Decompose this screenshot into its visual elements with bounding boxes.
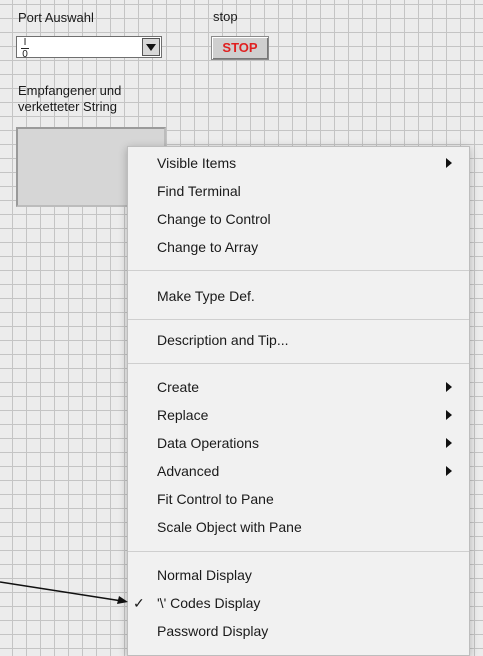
menu-item-label: Password Display (157, 623, 269, 639)
menu-item-label: '\' Codes Display (157, 595, 261, 611)
stop-button[interactable]: STOP (211, 36, 269, 60)
submenu-arrow-icon (446, 410, 452, 420)
menu-item-label: Data Operations (157, 435, 259, 451)
menu-item-label: Change to Control (157, 211, 271, 227)
port-select[interactable]: I 0 (16, 36, 162, 60)
menu-item-create[interactable]: Create (128, 375, 469, 399)
menu-item-fit-control-to-pane[interactable]: Fit Control to Pane (128, 487, 469, 511)
menu-item-data-operations[interactable]: Data Operations (128, 431, 469, 455)
menu-item-label: Create (157, 379, 200, 395)
menu-item-change-to-control[interactable]: Change to Control (128, 207, 469, 231)
menu-item-label: Find Terminal (157, 183, 241, 199)
menu-item-advanced[interactable]: Advanced (128, 459, 469, 483)
menu-item-visible-items[interactable]: Visible Items (128, 151, 469, 175)
menu-item-label: Visible Items (157, 155, 237, 171)
menu-item-label: Change to Array (157, 239, 259, 255)
string-indicator-label: Empfangener und verketteter String (18, 83, 122, 114)
menu-separator (128, 270, 469, 271)
menu-item-normal-display[interactable]: Normal Display (128, 563, 469, 587)
menu-item-label: Make Type Def. (157, 288, 255, 304)
menu-separator (128, 363, 469, 364)
io-resource-icon: I 0 (20, 37, 30, 60)
menu-item-make-type-def[interactable]: Make Type Def. (128, 284, 469, 308)
menu-item-label: Description and Tip... (157, 332, 289, 348)
submenu-arrow-icon (446, 382, 452, 392)
menu-item-codes-display[interactable]: ✓ '\' Codes Display (128, 591, 469, 615)
io-icon-top: I (23, 37, 27, 48)
submenu-arrow-icon (446, 438, 452, 448)
submenu-arrow-icon (446, 158, 452, 168)
menu-item-scale-object-with-pane[interactable]: Scale Object with Pane (128, 515, 469, 539)
menu-item-change-to-array[interactable]: Change to Array (128, 235, 469, 259)
io-icon-bottom: 0 (22, 49, 28, 60)
stop-label: stop (213, 9, 238, 24)
menu-separator (128, 551, 469, 552)
port-select-label: Port Auswahl (18, 10, 94, 25)
chevron-down-icon[interactable] (142, 38, 160, 56)
menu-item-label: Normal Display (157, 567, 252, 583)
menu-item-label: Replace (157, 407, 209, 423)
menu-item-password-display[interactable]: Password Display (128, 619, 469, 643)
menu-separator (128, 319, 469, 320)
context-menu: Visible Items Find Terminal Change to Co… (127, 146, 470, 656)
submenu-arrow-icon (446, 466, 452, 476)
annotation-arrow-icon (0, 581, 128, 604)
menu-item-replace[interactable]: Replace (128, 403, 469, 427)
menu-item-find-terminal[interactable]: Find Terminal (128, 179, 469, 203)
menu-item-label: Fit Control to Pane (157, 491, 274, 507)
menu-item-label: Scale Object with Pane (157, 519, 302, 535)
menu-item-description-and-tip[interactable]: Description and Tip... (128, 328, 469, 352)
menu-item-label: Advanced (157, 463, 220, 479)
